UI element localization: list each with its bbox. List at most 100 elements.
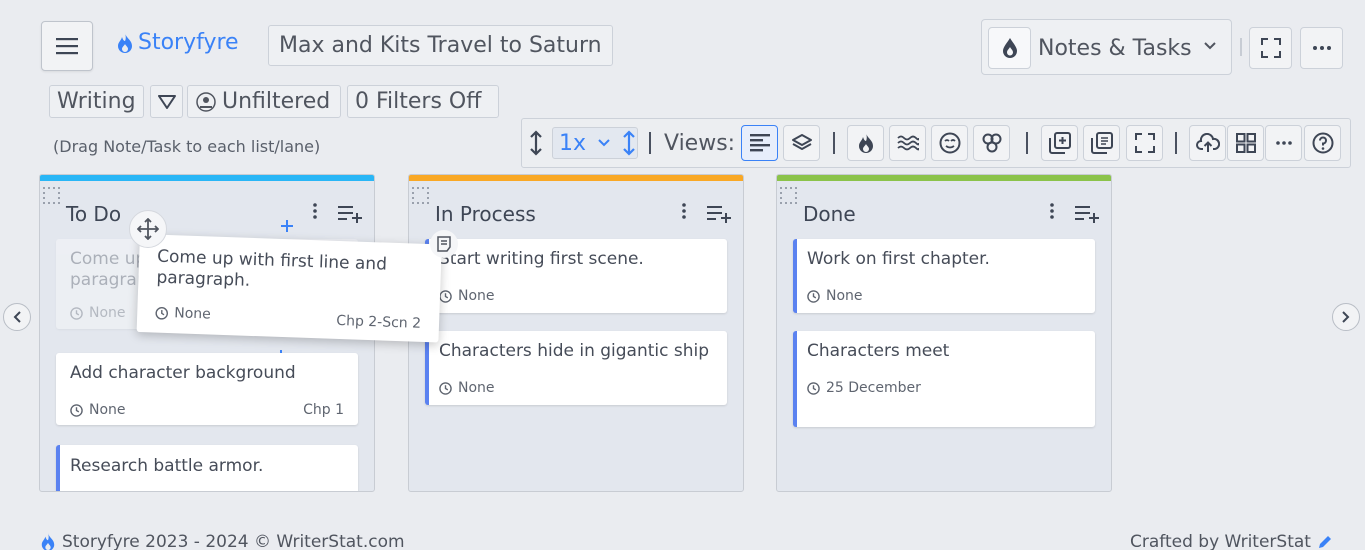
move-handle[interactable] xyxy=(129,210,167,248)
cloud-sync-button[interactable] xyxy=(1189,125,1226,161)
waves-view-button[interactable] xyxy=(889,125,926,161)
row-height-icon[interactable] xyxy=(529,130,543,156)
dragged-card[interactable]: Come up with first line and paragraph. N… xyxy=(136,234,442,343)
lane-menu-icon[interactable] xyxy=(682,203,686,219)
card-title: Work on first chapter. xyxy=(807,249,990,269)
divider xyxy=(1240,38,1242,56)
lane-title[interactable]: To Do xyxy=(66,202,121,226)
card-date-text: None xyxy=(173,305,212,323)
filter-button[interactable] xyxy=(150,85,183,118)
zoom-selector[interactable]: 1x xyxy=(552,127,638,159)
brand-name: Storyfyre xyxy=(138,30,239,55)
lane-menu-icon[interactable] xyxy=(313,203,317,219)
move-icon xyxy=(137,218,159,240)
project-title[interactable]: Max and Kits Travel to Saturn xyxy=(268,25,613,66)
mood-view-button[interactable] xyxy=(931,125,968,161)
card-date: None xyxy=(807,288,863,304)
focus-view-button[interactable] xyxy=(1126,125,1163,161)
card[interactable]: Characters meet 25 December xyxy=(793,331,1095,427)
drag-grip-icon[interactable] xyxy=(412,185,432,205)
layers-icon xyxy=(791,134,812,150)
align-left-icon xyxy=(749,134,770,152)
help-button[interactable] xyxy=(1304,125,1341,161)
grid-view-button[interactable] xyxy=(1227,125,1264,161)
list-view-button[interactable] xyxy=(741,125,778,161)
fullscreen-button[interactable] xyxy=(1249,27,1292,69)
footer-credit[interactable]: Crafted by WriterStat xyxy=(1130,532,1333,550)
note-icon xyxy=(437,236,451,252)
brand-logo[interactable]: Storyfyre xyxy=(116,30,239,55)
mode-selector[interactable]: Writing xyxy=(49,85,144,118)
card[interactable]: Add character background None Chp 1 xyxy=(56,353,358,425)
more-options-button[interactable] xyxy=(1300,27,1343,69)
card-date: None xyxy=(439,380,495,396)
lane-title[interactable]: Done xyxy=(803,202,856,226)
flame-icon xyxy=(41,533,55,550)
lane-color-bar xyxy=(409,175,743,181)
hamburger-icon xyxy=(56,38,78,55)
add-card-button[interactable] xyxy=(1041,125,1078,161)
card-date: None xyxy=(439,288,495,304)
notes-tasks-selector[interactable]: Notes & Tasks xyxy=(981,19,1232,75)
help-icon xyxy=(1312,132,1333,154)
card[interactable]: Work on first chapter. None xyxy=(793,239,1095,313)
cloud-upload-icon xyxy=(1195,133,1220,152)
zoom-value: 1x xyxy=(559,130,587,156)
zoom-height-icon xyxy=(623,130,635,156)
card-date-text: None xyxy=(458,380,495,396)
clock-icon xyxy=(155,306,169,320)
chevron-down-icon xyxy=(1204,42,1216,50)
card[interactable]: Research battle armor. xyxy=(56,445,358,491)
notes-icon-button[interactable] xyxy=(988,27,1031,69)
card-date-text: None xyxy=(826,288,863,304)
filters-off-button[interactable]: 0 Filters Off xyxy=(347,85,499,118)
fullscreen-icon xyxy=(1134,133,1155,153)
pencil-icon xyxy=(1318,536,1331,548)
face-icon xyxy=(939,132,960,154)
toolbar-more-button[interactable] xyxy=(1265,125,1302,161)
card-title: Characters meet xyxy=(807,341,950,361)
fullscreen-icon xyxy=(1260,38,1281,58)
clock-icon xyxy=(439,381,452,395)
lane-menu-icon[interactable] xyxy=(1050,203,1054,219)
card-title: Add character background xyxy=(70,363,296,383)
card-date: None xyxy=(70,402,126,418)
card-date: None xyxy=(70,305,126,321)
note-button[interactable] xyxy=(430,230,458,258)
clock-icon xyxy=(807,381,820,395)
scroll-right-button[interactable] xyxy=(1332,303,1360,331)
add-icon[interactable] xyxy=(280,219,294,233)
drag-grip-icon[interactable] xyxy=(780,185,800,205)
layers-view-button[interactable] xyxy=(783,125,820,161)
grid-icon xyxy=(1235,133,1256,153)
card[interactable]: Characters hide in gigantic ship None xyxy=(425,331,727,405)
add-to-list-icon[interactable] xyxy=(337,205,363,223)
footer-copyright: Storyfyre 2023 - 2024 © WriterStat.com xyxy=(40,532,405,550)
card-title: Start writing first scene. xyxy=(439,249,644,269)
lane-title[interactable]: In Process xyxy=(435,202,536,226)
card-title: Characters hide in gigantic ship xyxy=(439,341,710,361)
status-filter[interactable]: Unfiltered xyxy=(187,85,341,118)
divider xyxy=(649,132,651,154)
lane-done[interactable]: Done Work on first chapter. None Charact… xyxy=(776,174,1112,492)
status-filter-label: Unfiltered xyxy=(222,89,331,114)
duplicate-button[interactable] xyxy=(1083,125,1120,161)
footer-credit-text: Crafted by WriterStat xyxy=(1130,532,1311,550)
card-date: 25 December xyxy=(807,380,921,396)
menu-button[interactable] xyxy=(41,21,93,71)
chevron-down-icon xyxy=(598,139,610,147)
card-title: Come up with first line and paragraph. xyxy=(156,246,388,291)
add-to-list-icon[interactable] xyxy=(1074,205,1100,223)
scroll-left-button[interactable] xyxy=(3,303,31,331)
drag-grip-icon[interactable] xyxy=(43,185,63,205)
relations-view-button[interactable] xyxy=(973,125,1010,161)
card-chapter: Chp 2-Scn 2 xyxy=(336,312,422,332)
fire-view-button[interactable] xyxy=(847,125,884,161)
filters-off-label: 0 Filters Off xyxy=(355,89,482,114)
divider xyxy=(833,132,835,154)
card[interactable]: Start writing first scene. None xyxy=(425,239,727,313)
add-copy-icon xyxy=(1048,132,1071,154)
lane-in-process[interactable]: In Process Start writing first scene. No… xyxy=(408,174,744,492)
add-to-list-icon[interactable] xyxy=(706,205,732,223)
card-date-text: 25 December xyxy=(826,380,921,396)
